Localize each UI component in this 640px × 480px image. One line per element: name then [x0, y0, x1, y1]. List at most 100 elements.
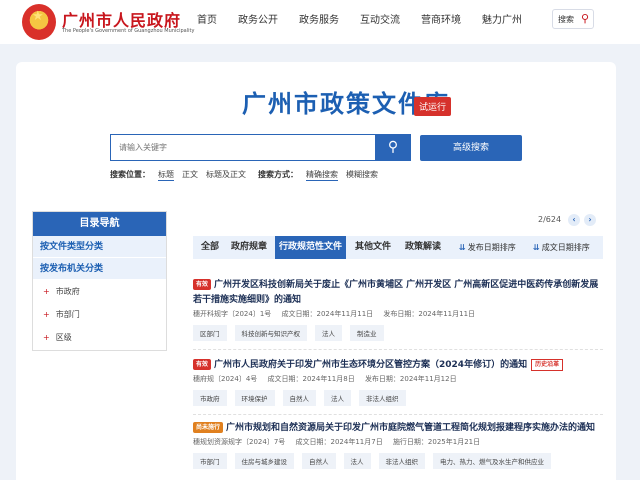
position-option-title[interactable]: 标题 [158, 169, 174, 181]
document-tags: 市政府 环境保护 自然人 法人 非法人组织 [193, 390, 603, 406]
nav-home[interactable]: 首页 [197, 11, 217, 26]
tag[interactable]: 住房与城乡建设 [234, 453, 294, 469]
keyword-search-input[interactable] [110, 134, 376, 161]
effective-date: 施行日期：2025年1月21日 [392, 438, 481, 446]
status-badge: 有效 [193, 279, 212, 290]
publish-date: 发布日期：2024年11月11日 [383, 310, 476, 318]
sort-publish-label: 发布日期排序 [467, 243, 516, 252]
advanced-search-button[interactable]: 高级搜索 [420, 135, 522, 161]
nav-business-env[interactable]: 营商环境 [421, 11, 461, 26]
written-date: 成文日期：2024年11月8日 [267, 375, 355, 383]
tag[interactable]: 法人 [343, 453, 371, 469]
search-position-label: 搜索位置： [110, 170, 150, 179]
status-badge: 有效 [193, 359, 212, 370]
tag[interactable]: 法人 [324, 390, 351, 406]
document-title-link[interactable]: 有效 广州市人民政府关于印发广州市生态环境分区管控方案（2024年修订）的通知 历史… [193, 358, 603, 373]
doc-number: 穗规划资源规字〔2024〕7号 [193, 438, 286, 446]
nav-gov-affairs-open[interactable]: 政务公开 [238, 11, 278, 26]
tab-all[interactable]: 全部 [197, 236, 223, 259]
sort-by-written-date[interactable]: ⇊ 成文日期排序 [533, 242, 590, 253]
tag[interactable]: 市政府 [193, 390, 227, 406]
doc-number: 穗开科规字〔2024〕1号 [193, 310, 272, 318]
divider [193, 349, 603, 350]
document-meta: 穗规划资源规字〔2024〕7号 成文日期：2024年11月7日 施行日期：202… [193, 437, 603, 447]
document-title-text: 广州市人民政府关于印发广州市生态环境分区管控方案（2024年修订）的通知 [214, 360, 528, 370]
search-position-options: 搜索位置： 标题 正文 标题及正文 [110, 169, 254, 181]
history-badge[interactable]: 历史沿革 [531, 359, 564, 371]
sidebar-item-label: 市政府 [55, 287, 80, 296]
sort-icon: ⇊ [533, 243, 540, 252]
tag[interactable]: 非法人组织 [378, 453, 425, 469]
tag[interactable]: 环境保护 [234, 390, 275, 406]
nav-interaction[interactable]: 互动交流 [360, 11, 400, 26]
document-title-link[interactable]: 尚未施行 广州市规划和自然资源局关于印发广州市庭院燃气管道工程简化规划报建程序实施… [193, 421, 603, 436]
sort-icon: ⇊ [459, 243, 466, 252]
document-title-text: 广州市规划和自然资源局关于印发广州市庭院燃气管道工程简化规划报建程序实施办法的通… [226, 423, 596, 433]
document-tags: 区部门 科技创新与知识产权 法人 制造业 [193, 325, 603, 341]
next-page-chevron-icon[interactable]: › [584, 214, 596, 226]
sidebar-item-label: 区级 [55, 333, 72, 342]
list-item: 尚未施行 广州市规划和自然资源局关于印发广州市庭院燃气管道工程简化规划报建程序实施… [193, 421, 603, 469]
sidebar-item-district-level[interactable]: + 区级 [33, 326, 166, 349]
list-item: 有效 广州开发区科技创新局关于废止《广州市黄埔区 广州开发区 广州高新区促进中医药… [193, 278, 603, 341]
document-title-text: 广州开发区科技创新局关于废止《广州市黄埔区 广州开发区 广州高新区促进中医药传承… [193, 280, 599, 305]
main-nav: 首页 政务公开 政务服务 互动交流 营商环境 魅力广州 [197, 11, 543, 26]
sidebar-item-city-government[interactable]: + 市政府 [33, 280, 166, 303]
plus-icon: + [43, 287, 50, 296]
tag[interactable]: 制造业 [350, 325, 384, 341]
tab-normative-documents[interactable]: 行政规范性文件 [275, 236, 347, 259]
document-tags: 市部门 住房与城乡建设 自然人 法人 非法人组织 电力、热力、燃气及水生产和供应… [193, 453, 603, 469]
directory-sidebar: 目录导航 按文件类型分类 按发布机关分类 + 市政府 + 市部门 + 区级 [32, 211, 167, 351]
list-item: 有效 广州市人民政府关于印发广州市生态环境分区管控方案（2024年修订）的通知 历史… [193, 358, 603, 406]
nav-charm-guangzhou[interactable]: 魅力广州 [482, 11, 522, 26]
document-title-link[interactable]: 有效 广州开发区科技创新局关于废止《广州市黄埔区 广州开发区 广州高新区促进中医药… [193, 278, 603, 308]
library-title: 广州市政策文件库 [242, 89, 450, 118]
tag[interactable]: 电力、热力、燃气及水生产和供应业 [433, 453, 551, 469]
header-search-button[interactable]: 搜索 ⚲ [552, 9, 594, 29]
position-option-body[interactable]: 正文 [182, 169, 198, 181]
main-panel: 广州市政策文件库 试运行 ⚲ 高级搜索 搜索位置： 标题 正文 标题及正文 搜索… [16, 62, 616, 480]
written-date: 成文日期：2024年11月11日 [281, 310, 374, 318]
tag[interactable]: 自然人 [302, 453, 336, 469]
nav-gov-services[interactable]: 政务服务 [299, 11, 339, 26]
publish-date: 发布日期：2024年11月12日 [364, 375, 457, 383]
trial-badge: 试运行 [414, 97, 452, 116]
search-mode-label: 搜索方式： [258, 170, 298, 179]
sidebar-title: 目录导航 [33, 212, 166, 236]
sidebar-item-label: 市部门 [55, 310, 80, 319]
doc-number: 穗府规〔2024〕4号 [193, 375, 258, 383]
national-emblem-logo [22, 4, 56, 40]
search-submit-button[interactable]: ⚲ [375, 134, 411, 161]
search-mode-options: 搜索方式： 精确搜索 模糊搜索 [258, 169, 386, 181]
sidebar-category-by-issuer[interactable]: 按发布机关分类 [33, 258, 166, 280]
prev-page-chevron-icon[interactable]: ‹ [568, 214, 580, 226]
top-header: 广州市人民政府 The People's Government of Guang… [0, 0, 640, 44]
mode-option-fuzzy[interactable]: 模糊搜索 [346, 169, 378, 181]
divider [193, 414, 603, 415]
tab-policy-interpretation[interactable]: 政策解读 [401, 236, 445, 259]
header-search-label: 搜索 [558, 15, 574, 24]
sidebar-item-city-departments[interactable]: + 市部门 [33, 303, 166, 326]
site-name-en: The People's Government of Guangzhou Mun… [62, 28, 195, 34]
mode-option-exact[interactable]: 精确搜索 [306, 169, 338, 181]
search-icon: ⚲ [387, 139, 399, 155]
sort-by-publish-date[interactable]: ⇊ 发布日期排序 [459, 242, 516, 253]
plus-icon: + [43, 333, 50, 342]
document-meta: 穗府规〔2024〕4号 成文日期：2024年11月8日 发布日期：2024年11… [193, 374, 603, 384]
position-option-title-and-body[interactable]: 标题及正文 [206, 169, 246, 181]
document-meta: 穗开科规字〔2024〕1号 成文日期：2024年11月11日 发布日期：2024… [193, 309, 603, 319]
sidebar-category-by-type[interactable]: 按文件类型分类 [33, 236, 166, 258]
page-indicator: 2/624 [538, 215, 562, 224]
tag[interactable]: 自然人 [282, 390, 316, 406]
tag[interactable]: 区部门 [193, 325, 227, 341]
tab-gov-regulations[interactable]: 政府规章 [227, 236, 271, 259]
tab-other-documents[interactable]: 其他文件 [351, 236, 395, 259]
written-date: 成文日期：2024年11月7日 [295, 438, 383, 446]
tag[interactable]: 科技创新与知识产权 [234, 325, 307, 341]
search-icon: ⚲ [580, 12, 589, 25]
tag[interactable]: 市部门 [193, 453, 227, 469]
tag[interactable]: 非法人组织 [359, 390, 406, 406]
sort-written-label: 成文日期排序 [541, 243, 590, 252]
tag[interactable]: 法人 [315, 325, 342, 341]
plus-icon: + [43, 310, 50, 319]
